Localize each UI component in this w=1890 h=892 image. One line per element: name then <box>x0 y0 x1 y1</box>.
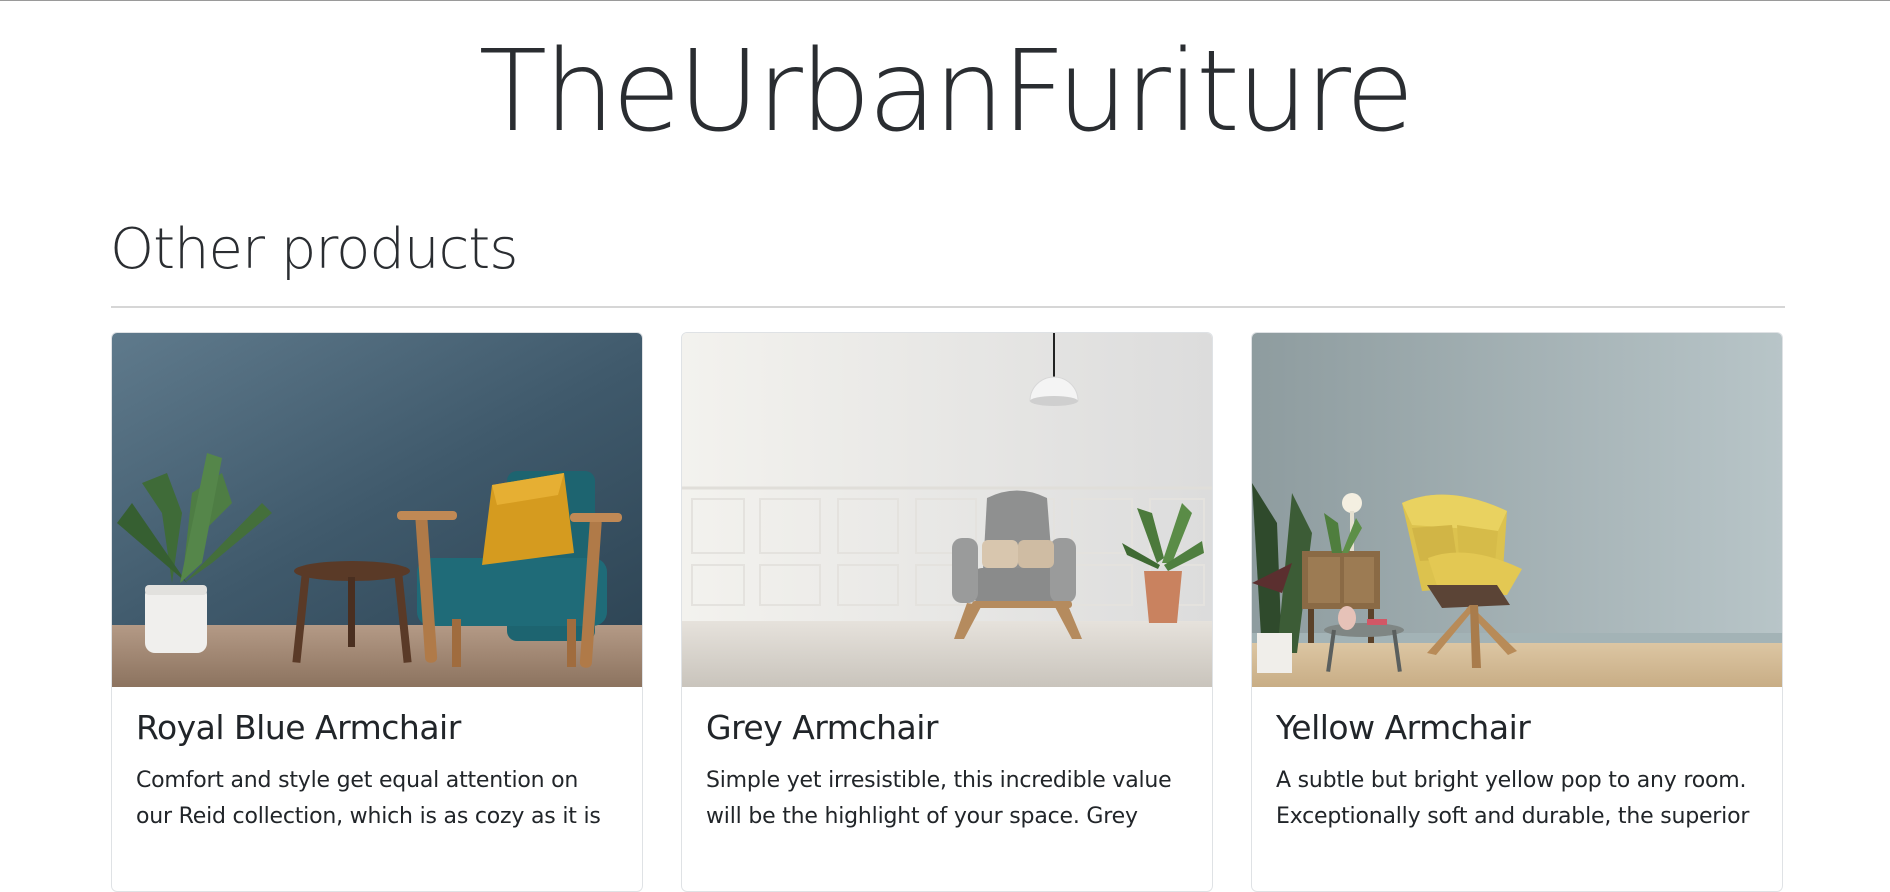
product-title[interactable]: Grey Armchair <box>706 707 1188 749</box>
royal-blue-armchair-image <box>112 333 642 687</box>
product-card-grey-armchair[interactable]: Grey Armchair Simple yet irresistible, t… <box>681 332 1213 892</box>
section-title: Other products <box>110 217 518 282</box>
product-title[interactable]: Royal Blue Armchair <box>136 707 618 749</box>
top-border-line <box>0 0 1890 1</box>
yellow-armchair-image <box>1252 333 1782 687</box>
grey-armchair-image <box>682 333 1212 687</box>
section-divider <box>111 306 1785 308</box>
site-title: TheUrbanFuriture <box>478 27 1415 157</box>
product-description: Simple yet irresistible, this incredible… <box>706 768 1172 829</box>
product-description: Comfort and style get equal attention on… <box>136 768 601 829</box>
product-card-royal-blue-armchair[interactable]: Royal Blue Armchair Comfort and style ge… <box>111 332 643 892</box>
product-description: A subtle but bright yellow pop to any ro… <box>1276 768 1750 829</box>
product-title[interactable]: Yellow Armchair <box>1276 707 1758 749</box>
product-card-yellow-armchair[interactable]: Yellow Armchair A subtle but bright yell… <box>1251 332 1783 892</box>
